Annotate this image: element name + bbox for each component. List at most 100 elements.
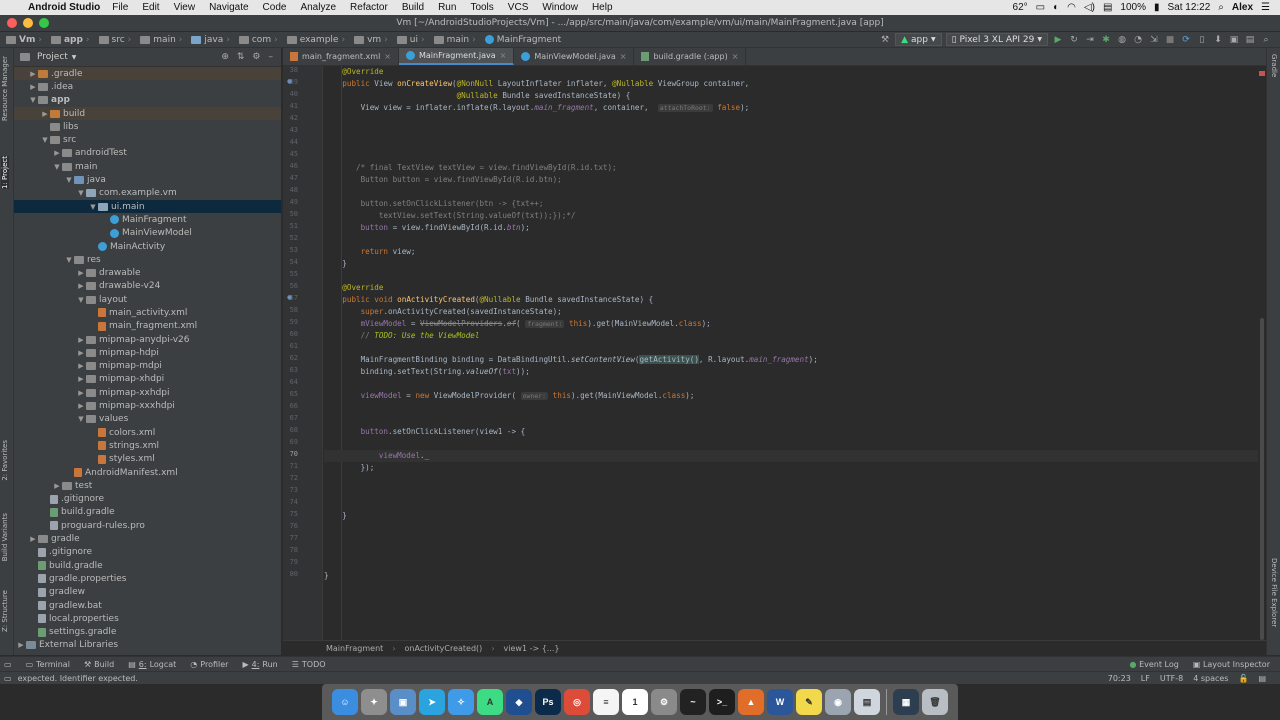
code-line[interactable]: @Override — [324, 282, 383, 294]
tree-item[interactable]: local.properties — [14, 612, 281, 625]
tree-item[interactable]: libs — [14, 120, 281, 133]
breadcrumb-item[interactable]: main — [140, 35, 176, 45]
code-line[interactable]: binding.setText(String.valueOf(txt)); — [324, 366, 530, 378]
tree-item[interactable]: ▶ gradle — [14, 532, 281, 545]
activity-monitor-icon[interactable]: ~ — [680, 689, 706, 715]
chevron-right-icon[interactable]: ▶ — [76, 362, 86, 370]
tree-item[interactable]: ▼ layout — [14, 293, 281, 306]
tab-build-variants[interactable]: Build Variants — [1, 513, 9, 561]
chevron-right-icon[interactable]: ▶ — [28, 535, 38, 543]
apply-code-changes-icon[interactable]: ⇥ — [1084, 34, 1096, 46]
gear-icon[interactable]: ⚙ — [252, 52, 260, 62]
tree-item[interactable]: MainFragment — [14, 213, 281, 226]
status-toggle-icon[interactable]: ▭ — [4, 674, 12, 683]
launchpad-icon[interactable]: ✦ — [361, 689, 387, 715]
trash-icon[interactable]: 🗑 — [922, 689, 948, 715]
chevron-right-icon[interactable]: ▶ — [76, 389, 86, 397]
caret-position[interactable]: 70:23 — [1108, 674, 1131, 683]
hammer-icon[interactable]: ⚒ — [879, 34, 891, 46]
code-line[interactable]: button.setOnClickListener(btn -> {txt++; — [324, 198, 544, 210]
code-line[interactable]: @Nullable Bundle savedInstanceState) { — [324, 90, 631, 102]
tree-item[interactable]: .gitignore — [14, 546, 281, 559]
breadcrumb-item[interactable]: MainFragment — [484, 35, 561, 45]
volume-icon[interactable]: ◁) — [1084, 2, 1095, 13]
collapse-all-icon[interactable]: ⇅ — [237, 52, 245, 62]
menu-code[interactable]: Code — [263, 2, 287, 13]
chevron-down-icon[interactable]: ▼ — [40, 136, 50, 144]
memory-icon[interactable]: ▤ — [1258, 674, 1266, 683]
tree-item[interactable]: ▶ drawable — [14, 266, 281, 279]
stickies-icon[interactable]: ✎ — [796, 689, 822, 715]
tree-item[interactable]: ▶ mipmap-xxxhdpi — [14, 399, 281, 412]
project-view-select[interactable]: Project — [37, 52, 68, 62]
apply-changes-icon[interactable]: ↻ — [1068, 34, 1080, 46]
documents-icon[interactable]: ▤ — [854, 689, 880, 715]
code-line[interactable]: super.onActivityCreated(savedInstanceSta… — [324, 306, 562, 318]
code-line[interactable]: mViewModel = ViewModelProviders.of( frag… — [324, 318, 711, 330]
menu-file[interactable]: File — [112, 2, 128, 13]
scrollbar-thumb[interactable] — [1260, 318, 1264, 640]
tool-window-logcat[interactable]: ▤ 6: Logcat — [128, 660, 176, 669]
menu-refactor[interactable]: Refactor — [350, 2, 388, 13]
sdk-manager-icon[interactable]: ⬇ — [1212, 34, 1224, 46]
code-line[interactable]: } — [324, 570, 329, 582]
tree-item[interactable]: ▼ values — [14, 413, 281, 426]
tree-item[interactable]: gradlew — [14, 586, 281, 599]
menu-help[interactable]: Help — [592, 2, 613, 13]
chevron-down-icon[interactable]: ▼ — [64, 176, 74, 184]
tree-item[interactable]: ▶ mipmap-xhdpi — [14, 373, 281, 386]
tree-item[interactable]: ▶ androidTest — [14, 147, 281, 160]
chevron-down-icon[interactable]: ▼ — [76, 415, 86, 423]
finder-icon[interactable]: ☺ — [332, 689, 358, 715]
code-line[interactable]: public View onCreateView(@NonNull Layout… — [324, 78, 749, 90]
safari-icon[interactable]: ✧ — [448, 689, 474, 715]
terminal-icon[interactable]: >_ — [709, 689, 735, 715]
monitor-icon[interactable]: ▭ — [1036, 2, 1045, 13]
code-line[interactable]: Button button = view.findViewById(R.id.b… — [324, 174, 562, 186]
tree-item[interactable]: proguard-rules.pro — [14, 519, 281, 532]
battery-icon[interactable]: ▮ — [1154, 2, 1160, 13]
chevron-down-icon[interactable]: ▼ — [76, 296, 86, 304]
tree-item[interactable]: settings.gradle — [14, 625, 281, 638]
tree-item[interactable]: ▶ test — [14, 479, 281, 492]
tree-item[interactable]: ▶ mipmap-mdpi — [14, 360, 281, 373]
system-preferences-icon[interactable]: ⚙ — [651, 689, 677, 715]
chevron-down-icon[interactable]: ▼ — [72, 54, 77, 61]
search-everywhere-icon[interactable]: ⌕ — [1260, 34, 1272, 46]
hide-panel-icon[interactable]: – — [269, 52, 274, 62]
code-breadcrumb-item[interactable]: view1 -> {...} — [504, 644, 560, 653]
word-icon[interactable]: W — [767, 689, 793, 715]
close-icon[interactable]: × — [732, 52, 739, 61]
code-line[interactable]: MainFragmentBinding binding = DataBindin… — [324, 354, 818, 366]
chevron-right-icon[interactable]: ▶ — [76, 349, 86, 357]
attach-debugger-icon[interactable]: ⇲ — [1148, 34, 1160, 46]
telegram-icon[interactable]: ➤ — [419, 689, 445, 715]
editor-tab[interactable]: main_fragment.xml × — [283, 48, 399, 65]
breadcrumb-item[interactable]: com — [238, 35, 271, 45]
event-log-button[interactable]: ● Event Log — [1130, 660, 1179, 669]
tree-item[interactable]: ▼ ui.main — [14, 199, 281, 214]
screen-capture-icon[interactable]: ▦ — [893, 689, 919, 715]
menu-navigate[interactable]: Navigate — [209, 2, 248, 13]
tree-item[interactable]: gradle.properties — [14, 572, 281, 585]
menu-window[interactable]: Window — [542, 2, 578, 13]
profile-icon[interactable]: ◔ — [1132, 34, 1144, 46]
editor-tab[interactable]: MainFragment.java × — [399, 48, 515, 65]
code-line[interactable]: @Override — [324, 66, 383, 78]
tree-item[interactable]: main_fragment.xml — [14, 320, 281, 333]
chevron-right-icon[interactable]: ▶ — [52, 149, 62, 157]
chevron-down-icon[interactable]: ▼ — [88, 203, 98, 211]
tree-item[interactable]: styles.xml — [14, 453, 281, 466]
tree-item[interactable]: ▶ .gradle — [14, 67, 281, 81]
run-icon[interactable]: ▶ — [1052, 34, 1064, 46]
wifi-icon[interactable]: ◠ — [1067, 2, 1076, 13]
chevron-right-icon[interactable]: ▶ — [76, 336, 86, 344]
tree-item[interactable]: .gitignore — [14, 493, 281, 506]
tree-item[interactable]: ▼ app — [14, 94, 281, 107]
code-line[interactable]: viewModel._ — [324, 450, 429, 462]
clock[interactable]: Sat 12:22 — [1167, 2, 1210, 13]
breadcrumb-item[interactable]: main — [433, 35, 469, 45]
breadcrumb-item[interactable]: app — [50, 35, 83, 45]
code-line[interactable]: textView.setText(String.valueOf(txt));})… — [324, 210, 576, 222]
breadcrumb-item[interactable]: src — [98, 35, 125, 45]
